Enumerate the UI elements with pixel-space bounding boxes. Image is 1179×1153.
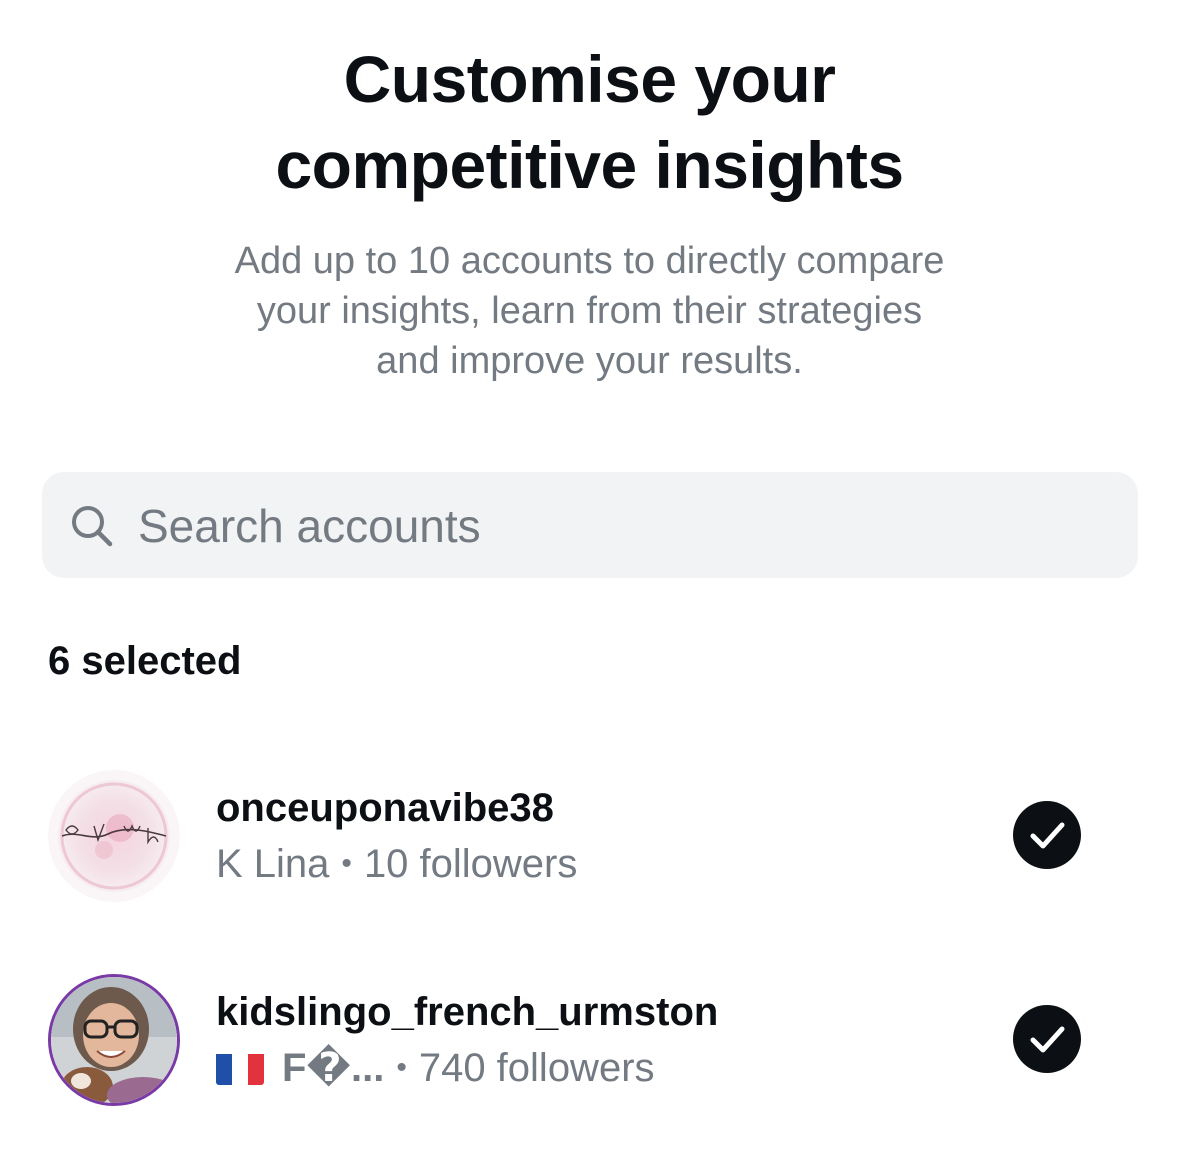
selected-count: 6 selected bbox=[48, 639, 242, 683]
account-row[interactable]: onceuponavibe38 K Lina • 10 followers bbox=[0, 770, 1179, 910]
search-icon bbox=[72, 506, 113, 547]
account-followers: 740 followers bbox=[418, 1046, 655, 1090]
once-upon-a-vibe-logo bbox=[48, 770, 180, 902]
check-circle-icon[interactable] bbox=[1012, 1004, 1082, 1074]
avatar bbox=[48, 974, 180, 1106]
account-row[interactable]: kidslingo_french_urmston F�... • 740 follo… bbox=[0, 974, 1179, 1114]
account-display-name: K Lina bbox=[216, 842, 330, 886]
account-meta: F�... • 740 followers bbox=[216, 1044, 655, 1092]
avatar bbox=[48, 770, 180, 902]
account-display-name: F�... bbox=[282, 1046, 385, 1090]
page-title-line-2: competitive insights bbox=[275, 128, 904, 202]
separator-dot: • bbox=[396, 1051, 407, 1084]
page-description-line-2: your insights, learn from their strategi… bbox=[256, 290, 923, 332]
page-title: Customise your competitive insights bbox=[0, 36, 1179, 208]
profile-photo bbox=[51, 977, 177, 1103]
account-username: onceuponavibe38 bbox=[216, 786, 554, 830]
page-description-line-1: Add up to 10 accounts to directly compar… bbox=[234, 240, 945, 282]
page-description: Add up to 10 accounts to directly compar… bbox=[150, 236, 1029, 386]
page-description-line-3: and improve your results. bbox=[376, 340, 803, 382]
account-followers: 10 followers bbox=[363, 842, 578, 886]
account-meta: K Lina • 10 followers bbox=[216, 840, 577, 888]
separator-dot: • bbox=[341, 847, 352, 880]
account-username: kidslingo_french_urmston bbox=[216, 990, 719, 1034]
check-circle-icon[interactable] bbox=[1012, 800, 1082, 870]
flag-france-icon bbox=[216, 1051, 264, 1085]
search-input[interactable] bbox=[138, 496, 1098, 556]
page-title-line-1: Customise your bbox=[343, 42, 836, 116]
